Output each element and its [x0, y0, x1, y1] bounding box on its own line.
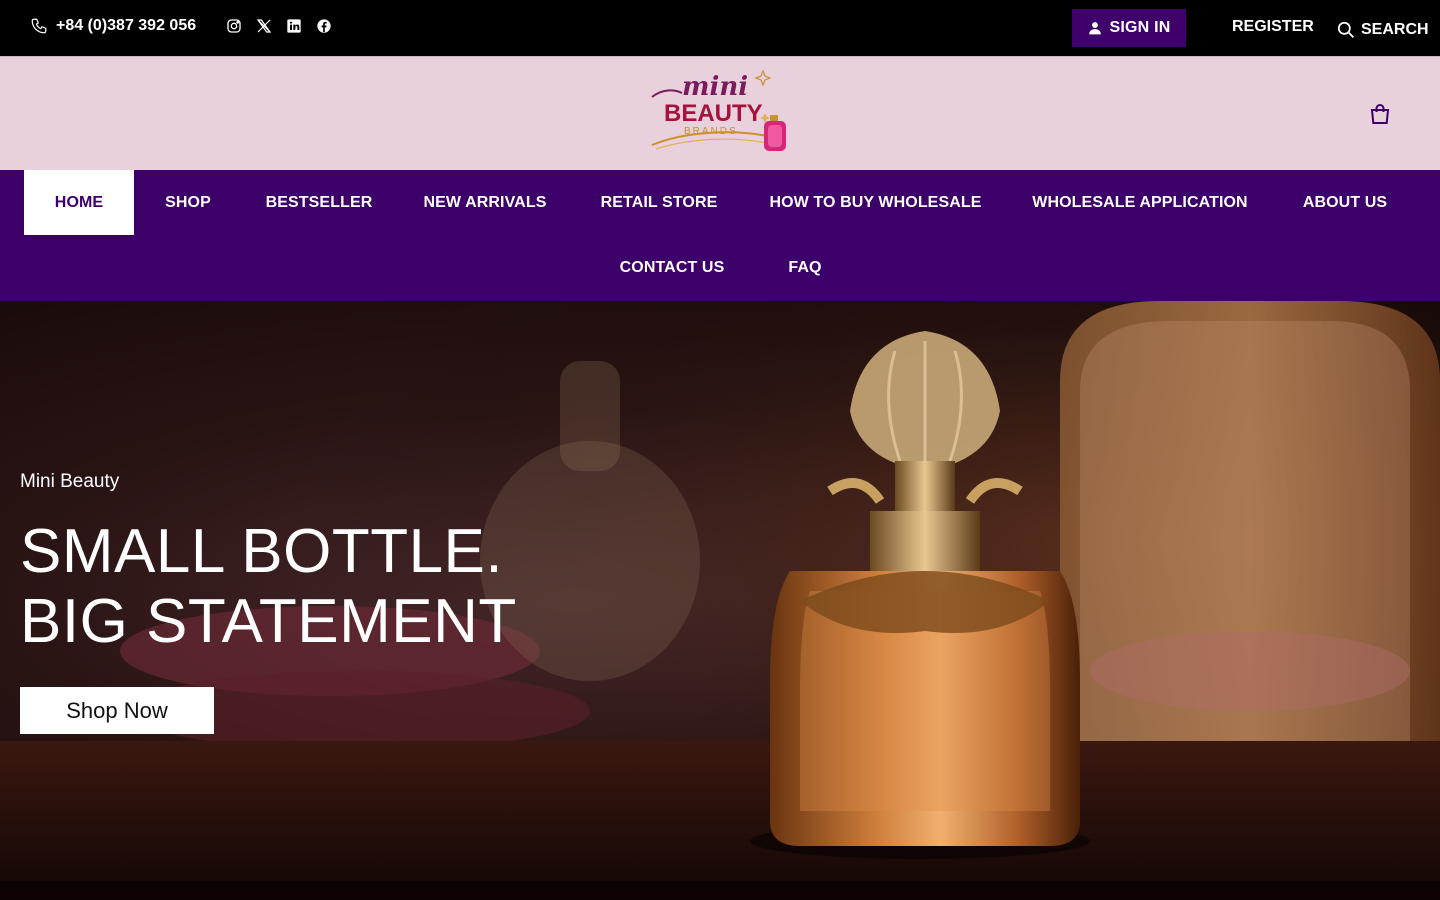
- top-bar: +84 (0)387 392 056 SIGN IN REGISTER SEAR…: [0, 0, 1440, 56]
- instagram-icon[interactable]: [226, 18, 242, 34]
- hero-eyebrow: Mini Beauty: [20, 471, 120, 492]
- hero-headline-line2: BIG STATEMENT: [20, 587, 517, 656]
- sign-in-label: SIGN IN: [1109, 19, 1171, 36]
- sign-in-button[interactable]: SIGN IN: [1072, 9, 1186, 47]
- search-icon: [1337, 21, 1355, 39]
- brand-logo[interactable]: mini BEAUTY BRANDS: [646, 67, 792, 159]
- x-twitter-icon[interactable]: [256, 18, 272, 34]
- phone-icon: [31, 18, 47, 34]
- social-links: [226, 18, 332, 34]
- register-link[interactable]: REGISTER: [1232, 18, 1314, 36]
- site-header: mini BEAUTY BRANDS: [0, 56, 1440, 170]
- phone-link[interactable]: +84 (0)387 392 056: [30, 17, 196, 35]
- nav-item-how-to-buy-wholesale[interactable]: HOW TO BUY WHOLESALE: [744, 170, 1007, 235]
- hero-banner: Mini Beauty SMALL BOTTLE. BIG STATEMENT …: [0, 301, 1440, 900]
- nav-item-shop[interactable]: SHOP: [134, 170, 242, 235]
- cart-icon[interactable]: [1368, 102, 1392, 126]
- linkedin-icon[interactable]: [286, 18, 302, 34]
- facebook-icon[interactable]: [316, 18, 332, 34]
- search-button[interactable]: SEARCH: [1336, 20, 1429, 39]
- nav-item-home[interactable]: HOME: [24, 170, 134, 235]
- logo-text-mini: mini: [682, 72, 748, 102]
- search-label: SEARCH: [1361, 20, 1429, 38]
- nav-item-new-arrivals[interactable]: NEW ARRIVALS: [396, 170, 574, 235]
- main-nav: HOME SHOP BESTSELLER NEW ARRIVALS RETAIL…: [0, 170, 1440, 301]
- logo-text-beauty: BEAUTY: [664, 100, 763, 127]
- shop-now-button[interactable]: Shop Now: [20, 687, 214, 734]
- hero-headline: SMALL BOTTLE. BIG STATEMENT: [20, 517, 517, 657]
- phone-number: +84 (0)387 392 056: [56, 17, 197, 34]
- logo-text-brands: BRANDS: [684, 126, 738, 137]
- nav-item-wholesale-application[interactable]: WHOLESALE APPLICATION: [1007, 170, 1273, 235]
- nav-item-retail-store[interactable]: RETAIL STORE: [574, 170, 744, 235]
- nav-item-contact-us[interactable]: CONTACT US: [587, 235, 757, 300]
- nav-item-bestseller[interactable]: BESTSELLER: [242, 170, 396, 235]
- nav-item-faq[interactable]: FAQ: [757, 235, 853, 300]
- nav-item-about-us[interactable]: ABOUT US: [1273, 170, 1417, 235]
- hero-headline-line1: SMALL BOTTLE.: [20, 517, 504, 586]
- user-icon: [1088, 22, 1101, 35]
